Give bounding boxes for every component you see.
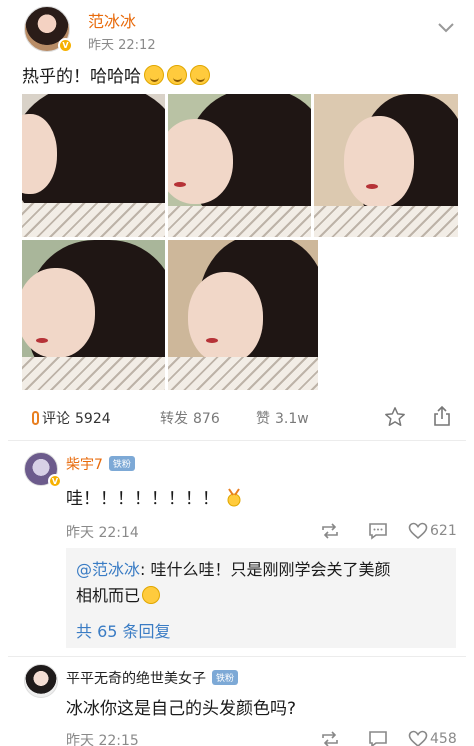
commenter-avatar[interactable]	[24, 664, 58, 698]
verified-badge-icon: V	[48, 474, 62, 488]
thinking-emoji-icon	[142, 586, 161, 604]
weibo-post-screen: V 范冰冰 昨天 22:12 热乎的！哈哈哈 评论 5924 转发 876 赞 …	[8, 0, 466, 746]
fan-badge: 铁粉	[212, 670, 239, 685]
repost-label: 转发	[160, 411, 188, 427]
repost-icon[interactable]	[320, 522, 340, 540]
comment-like-count: 621	[430, 523, 457, 539]
divider	[8, 656, 466, 657]
comment-text-content: 哇！！！！！！！！	[66, 489, 219, 509]
more-replies-link[interactable]: 共 65 条回复	[76, 618, 171, 642]
reply-mention-link[interactable]: @范冰冰	[76, 560, 140, 579]
repost-count: 876	[193, 411, 220, 427]
reply-text-continued: 相机而已	[76, 586, 141, 605]
author-avatar[interactable]: V	[24, 6, 73, 53]
repost-action[interactable]: 转发 876	[160, 408, 220, 428]
photo-5[interactable]	[168, 240, 318, 390]
comment-like-count: 458	[430, 731, 457, 746]
comment-actions: 621	[320, 522, 458, 542]
comment-time: 昨天 22:14	[66, 525, 139, 541]
photo-grid	[22, 94, 458, 390]
like-action[interactable]: 赞 3.1w	[256, 408, 309, 428]
chevron-down-icon[interactable]	[436, 20, 456, 36]
heart-icon[interactable]	[408, 730, 428, 746]
reply-preview[interactable]: @范冰冰: 哇什么哇！只是刚刚学会关了美颜 相机而已 共 65 条回复	[66, 548, 456, 648]
post-text-content: 热乎的！哈哈哈	[22, 67, 141, 87]
comment-actions: 458	[320, 730, 458, 746]
grin-emoji-icon	[167, 65, 187, 85]
post-time: 昨天 22:12	[88, 38, 156, 53]
verified-badge-icon: V	[58, 38, 73, 53]
comment-text: 冰冰你这是自己的头发颜色吗?	[66, 699, 297, 719]
comment-label: 评论	[42, 411, 70, 427]
photo-3[interactable]	[314, 94, 458, 237]
divider	[8, 440, 466, 441]
comment-icon[interactable]	[368, 730, 388, 746]
commenter-name[interactable]: 平平无奇的绝世美女子 铁粉	[66, 668, 239, 688]
commenter-name[interactable]: 柴宇7 铁粉	[66, 454, 135, 474]
commenter-name-text: 平平无奇的绝世美女子	[66, 671, 206, 687]
comment-time: 昨天 22:15	[66, 733, 139, 746]
like-label: 赞	[256, 411, 270, 427]
share-icon[interactable]	[432, 405, 452, 427]
commenter-name-text: 柴宇7	[66, 457, 103, 473]
heart-icon[interactable]	[408, 522, 428, 540]
comment-text: 哇！！！！！！！！	[66, 484, 243, 509]
grin-emoji-icon	[144, 65, 164, 85]
like-count: 3.1w	[275, 411, 309, 427]
star-icon[interactable]	[384, 406, 406, 428]
post-text: 热乎的！哈哈哈	[22, 62, 210, 87]
comment-action[interactable]: 评论 5924	[32, 408, 111, 428]
photo-4[interactable]	[22, 240, 165, 390]
reply-text-line-2: 相机而已	[76, 582, 161, 606]
repost-icon[interactable]	[320, 730, 340, 746]
post-actions: 评论 5924 转发 876 赞 3.1w	[22, 402, 458, 432]
comment-count: 5924	[75, 411, 111, 427]
photo-1[interactable]	[22, 94, 165, 237]
thermometer-icon	[32, 411, 39, 425]
post-header: V 范冰冰 昨天 22:12	[18, 6, 458, 54]
photo-2[interactable]	[168, 94, 311, 237]
comment-icon[interactable]	[368, 522, 388, 540]
reply-text-line-1: @范冰冰: 哇什么哇！只是刚刚学会关了美颜	[76, 556, 391, 580]
author-name[interactable]: 范冰冰	[88, 8, 136, 32]
fan-badge: 铁粉	[108, 456, 135, 471]
grin-emoji-icon	[190, 65, 210, 85]
amazed-emoji-icon	[227, 488, 241, 507]
commenter-avatar[interactable]: V	[24, 452, 62, 488]
reply-text: : 哇什么哇！只是刚刚学会关了美颜	[140, 560, 391, 579]
